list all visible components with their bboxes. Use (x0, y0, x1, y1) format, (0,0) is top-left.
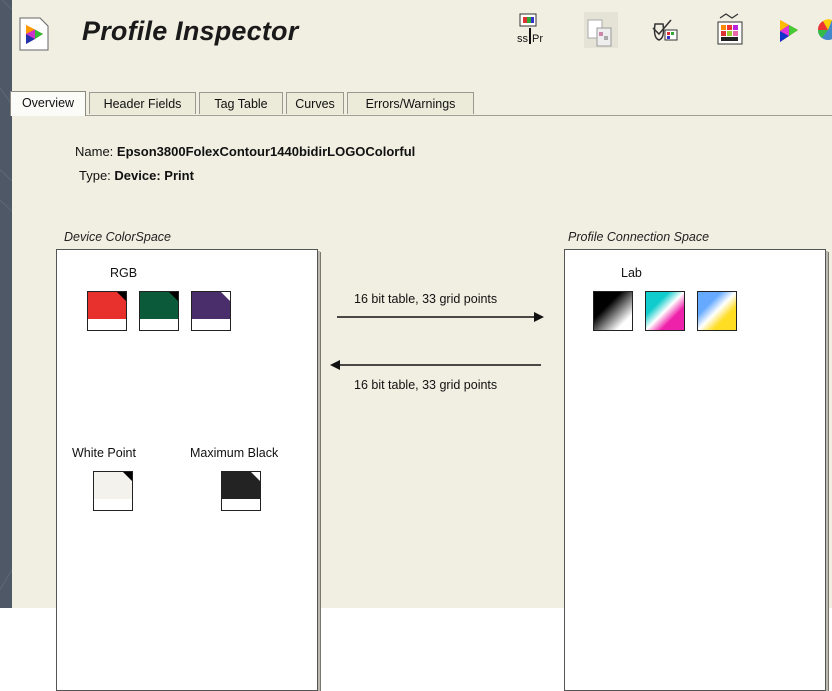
svg-text:ss: ss (517, 33, 529, 45)
tab-curves[interactable]: Curves (286, 92, 344, 114)
tab-tag-table[interactable]: Tag Table (199, 92, 283, 114)
profile-name: Epson3800FolexContour1440bidirLOGOColorf… (116, 144, 416, 159)
type-label: Type: (79, 168, 111, 183)
forward-table-label: 16 bit table, 33 grid points (354, 292, 498, 306)
maximum-black-label: Maximum Black (190, 446, 279, 460)
forward-arrow-icon (337, 312, 544, 322)
document-icon[interactable] (584, 12, 618, 48)
app-logo-icon (19, 17, 49, 51)
title-bar: Profile Inspector ss Pr (12, 0, 832, 74)
tab-errors-warnings[interactable]: Errors/Warnings (347, 92, 474, 114)
green-swatch[interactable] (139, 291, 179, 331)
compare-icon[interactable] (712, 12, 746, 48)
maximum-black-swatch[interactable] (221, 471, 261, 511)
white-point-label: White Point (72, 446, 136, 460)
device-space-label: RGB (110, 266, 138, 280)
device-colorspace-box: RGB White Point Maximum Black (56, 249, 318, 691)
app-title: Profile Inspector (82, 16, 299, 46)
reverse-table-label: 16 bit table, 33 grid points (354, 378, 498, 392)
pcs-space-label: Lab (621, 266, 642, 280)
name-row: Name: Epson3800FolexContour1440bidirLOGO… (75, 144, 415, 159)
gamut-icon[interactable] (772, 12, 806, 48)
type-row: Type: Device: Print (79, 168, 194, 183)
profile-type: Device: Print (114, 168, 194, 183)
lab-b-swatch[interactable] (697, 291, 737, 331)
device-colorspace-label: Device ColorSpace (64, 230, 171, 244)
measure-icon[interactable] (649, 12, 683, 48)
tab-overview[interactable]: Overview (10, 91, 86, 116)
overview-panel: Name: Epson3800FolexContour1440bidirLOGO… (12, 116, 832, 691)
blue-swatch[interactable] (191, 291, 231, 331)
tab-header-fields[interactable]: Header Fields (89, 92, 196, 114)
reverse-arrow-icon (330, 360, 541, 370)
profile-inspector-window: Profile Inspector ss Pr Overview Header … (10, 0, 832, 691)
tab-bar: Overview Header Fields Tag Table Curves … (10, 91, 832, 116)
pcs-label: Profile Connection Space (568, 230, 710, 244)
pcs-box: Lab (564, 249, 826, 691)
svg-text:Pr: Pr (532, 33, 543, 45)
lab-l-swatch[interactable] (593, 291, 633, 331)
red-swatch[interactable] (87, 291, 127, 331)
name-label: Name: (75, 144, 114, 159)
lab-a-swatch[interactable] (645, 291, 685, 331)
color-wheel-icon[interactable] (814, 12, 832, 48)
ssPr-icon[interactable]: ss Pr (514, 12, 548, 48)
white-point-swatch[interactable] (93, 471, 133, 511)
